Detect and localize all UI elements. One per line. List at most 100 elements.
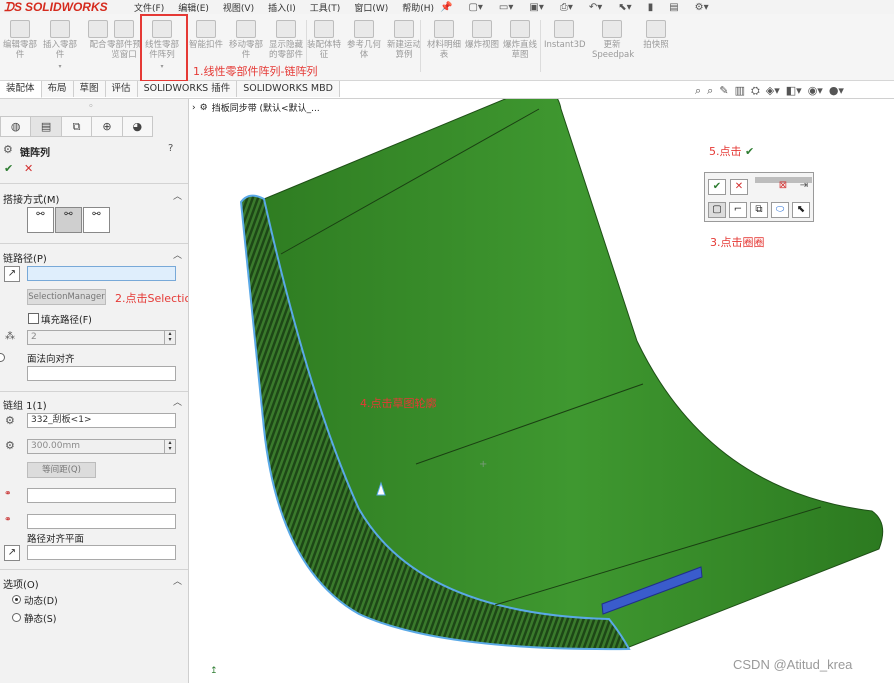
menu-item[interactable]: 编辑(E) — [178, 1, 209, 14]
print-icon[interactable]: ⎙▾ — [560, 2, 573, 13]
options-gear-icon[interactable]: ⚙▾ — [695, 2, 709, 13]
help-icon[interactable]: ? — [168, 143, 173, 154]
connection-type-3-icon[interactable]: ⚯ — [83, 207, 110, 233]
app-logo[interactable]: ᗪS SOLIDWORKS — [4, 0, 108, 14]
ribbon-tool[interactable]: Instant3D — [544, 20, 586, 50]
connection-type-2-icon[interactable]: ⚯ — [55, 207, 82, 233]
ok-check-icon[interactable]: ✔ — [4, 162, 13, 175]
equal-spacing-button[interactable]: 等间距(Q) — [27, 462, 96, 478]
undo-icon[interactable]: ↶▾ — [589, 2, 602, 13]
ribbon-tool[interactable]: 参考几何体 — [344, 20, 384, 60]
file-properties-icon[interactable]: ▤ — [669, 2, 678, 13]
section-view-icon[interactable]: ▥ — [735, 84, 745, 98]
previous-view-icon[interactable]: ✎ — [719, 84, 728, 98]
ribbon-tool-label: Instant3D — [544, 40, 586, 50]
dynamic-annotation-icon[interactable]: ⛭ — [751, 84, 760, 98]
collapse-options-icon[interactable]: ︿ — [173, 574, 182, 587]
command-tab[interactable]: 装配体 — [0, 81, 42, 98]
static-radio[interactable] — [12, 613, 21, 622]
ribbon-tool[interactable]: 智能扣件 — [186, 20, 226, 50]
select-icon[interactable]: ⬉▾ — [618, 2, 631, 13]
popup-ok-icon[interactable]: ✔ — [708, 179, 726, 195]
standard-select-icon[interactable]: ⬉ — [792, 202, 810, 218]
new-file-icon[interactable]: ▢▾ — [468, 2, 482, 13]
ribbon-tool[interactable]: 拍快照 — [636, 20, 676, 50]
command-tab[interactable]: 评估 — [105, 81, 138, 97]
ribbon-tool[interactable]: 爆炸直线草图 — [500, 20, 540, 60]
chain-component-box[interactable]: 332_刮板<1> — [27, 413, 176, 428]
instance-count-field[interactable]: 2 ▴ ▾ — [27, 330, 176, 345]
ds-logo-icon: ᗪS — [4, 0, 22, 14]
ribbon-tool[interactable]: 显示隐藏的零部件 — [266, 20, 306, 60]
dynamic-label: 动态(D) — [24, 596, 58, 607]
ribbon-tool[interactable]: 爆炸视图 — [462, 20, 502, 50]
hide-show-icon[interactable]: ◉▾ — [808, 84, 823, 98]
quick-access-toolbar: 📌 ▢▾ ▭▾ ▣▾ ⎙▾ ↶▾ ⬉▾ ▮ ▤ ⚙▾ — [440, 0, 709, 14]
normal-align-radio[interactable] — [0, 353, 5, 362]
static-label: 静态(S) — [24, 614, 57, 625]
cancel-x-icon[interactable]: ✕ — [24, 162, 33, 175]
feature-manager-tab-icon[interactable]: ◍ — [0, 116, 32, 137]
fill-path-checkbox[interactable] — [28, 313, 39, 324]
command-tab[interactable]: SOLIDWORKS MBD — [237, 81, 340, 97]
command-tab[interactable]: 布局 — [41, 81, 74, 97]
property-manager-tab-icon[interactable]: ▤ — [30, 116, 62, 137]
menu-item[interactable]: 窗口(W) — [354, 1, 388, 14]
ribbon-tool[interactable]: 材料明细表 — [424, 20, 464, 60]
dynamic-radio[interactable] — [12, 595, 21, 604]
popup-cancel-icon[interactable]: ✕ — [730, 179, 748, 195]
select-open-loop-icon[interactable]: ⌐ — [729, 202, 747, 218]
menu-item[interactable]: 文件(F) — [134, 1, 164, 14]
zoom-area-icon[interactable]: ⌕ — [707, 84, 713, 98]
menu-item[interactable]: 工具(T) — [310, 1, 341, 14]
selection-manager-button[interactable]: SelectionManager — [27, 289, 106, 305]
ribbon-tool[interactable]: 零部件预览窗口 — [104, 20, 144, 60]
normal-align-face-box[interactable] — [27, 366, 176, 381]
configuration-manager-tab-icon[interactable]: ⧉ — [60, 116, 93, 137]
link-point-1-box[interactable] — [27, 488, 176, 503]
open-file-icon[interactable]: ▭▾ — [499, 2, 513, 13]
distance-spinner[interactable]: ▴ ▾ — [164, 440, 175, 453]
pin-icon[interactable]: 📌 — [440, 2, 452, 13]
ribbon-tool[interactable]: 编辑零部件 — [0, 20, 40, 60]
expand-arrow-icon[interactable]: › — [192, 103, 196, 113]
ribbon-tool-label: 装配体特征 — [306, 40, 341, 60]
popup-clear-icon[interactable]: ⊠ — [774, 179, 792, 195]
display-style-icon[interactable]: ◧▾ — [786, 84, 802, 98]
collapse-path-icon[interactable]: ︿ — [173, 248, 182, 261]
path-align-plane-box[interactable] — [27, 545, 176, 560]
appearance-icon[interactable]: ●▾ — [829, 84, 844, 98]
dropdown-arrow-icon[interactable]: ▾ — [40, 62, 80, 72]
view-orientation-icon[interactable]: ◈▾ — [766, 84, 780, 98]
feature-tree-flyout[interactable]: › ⚙ 挡板同步带 (默认<默认_... — [192, 101, 320, 115]
select-closed-loop-icon[interactable]: ▢ — [708, 202, 726, 218]
chain-distance-field[interactable]: 300.00mm ▴ ▾ — [27, 439, 176, 454]
ribbon-tool[interactable]: 装配体特征 — [304, 20, 344, 60]
menu-item[interactable]: 帮助(H) — [402, 1, 434, 14]
ribbon-tool-icon — [354, 20, 374, 38]
popup-pin-icon[interactable]: ⇥ — [795, 179, 813, 195]
count-spinner[interactable]: ▴ ▾ — [164, 331, 175, 344]
connection-type-1-icon[interactable]: ⚯ — [27, 207, 54, 233]
ribbon-tool[interactable]: 移动零部件 — [226, 20, 266, 60]
ribbon-tool[interactable]: 插入零部件 ▾ — [40, 20, 80, 72]
annotation-step-5: 5.点击 ✔ — [709, 143, 754, 159]
select-region-icon[interactable]: ⬭ — [771, 202, 789, 218]
select-group-icon[interactable]: ⧉ — [750, 202, 768, 218]
ribbon-tool[interactable]: 新建运动算例 — [384, 20, 424, 60]
menu-item[interactable]: 视图(V) — [223, 1, 254, 14]
command-tab[interactable]: 草图 — [73, 81, 106, 97]
menu-item[interactable]: 插入(I) — [268, 1, 296, 14]
save-icon[interactable]: ▣▾ — [529, 2, 543, 13]
ribbon-tool[interactable]: 更新Speedpak — [592, 20, 634, 60]
display-manager-tab-icon[interactable]: ◕ — [121, 116, 154, 137]
collapse-connection-icon[interactable]: ︿ — [173, 189, 182, 202]
zoom-to-fit-icon[interactable]: ⌕ — [695, 84, 701, 98]
path-selection-box[interactable] — [27, 266, 176, 281]
rebuild-icon[interactable]: ▮ — [648, 2, 654, 13]
collapse-chain-group-icon[interactable]: ︿ — [173, 395, 182, 408]
panel-grip-icon[interactable]: ◦ — [88, 101, 94, 112]
command-tab[interactable]: SOLIDWORKS 插件 — [137, 81, 238, 97]
dimxpert-tab-icon[interactable]: ⊕ — [91, 116, 123, 137]
link-point-2-box[interactable] — [27, 514, 176, 529]
